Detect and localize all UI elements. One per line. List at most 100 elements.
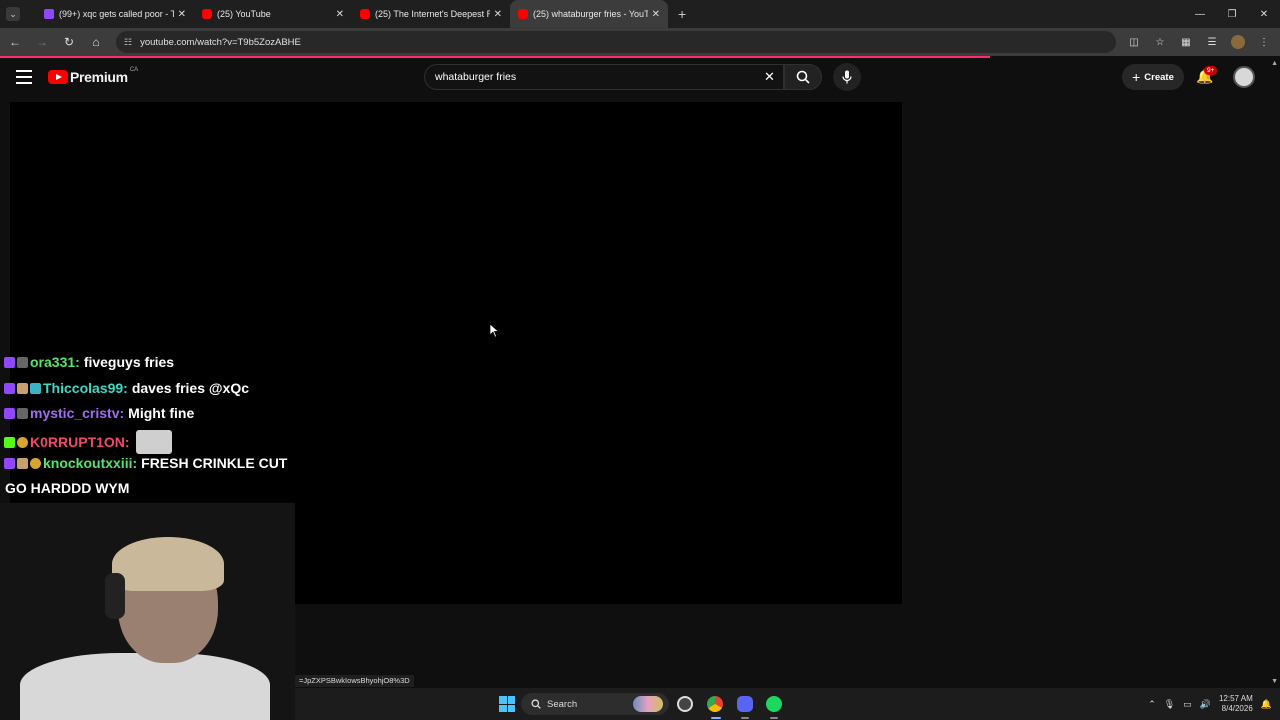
obs-icon[interactable] (677, 696, 693, 712)
cursor-arrow-icon (490, 324, 500, 338)
microphone-icon (842, 70, 852, 84)
close-tab-icon[interactable]: ✕ (178, 9, 186, 20)
app-indicator (770, 717, 778, 719)
clock-time: 12:57 AM (1218, 694, 1253, 703)
reload-icon[interactable]: ↻ (57, 30, 81, 54)
menu-icon[interactable] (16, 70, 32, 84)
windows-start-icon[interactable] (499, 696, 515, 712)
youtube-icon (202, 9, 212, 19)
close-tab-icon[interactable]: ✕ (494, 9, 502, 20)
scroll-down-icon[interactable]: ▼ (1271, 678, 1278, 685)
create-label: Create (1144, 71, 1174, 83)
network-icon[interactable]: ▭ (1183, 699, 1192, 710)
taskbar-search-label: Search (547, 698, 578, 710)
browser-menu-icon[interactable]: ⋮ (1256, 34, 1272, 50)
tab-title: (99+) xqc gets called poor - Tw (59, 9, 174, 19)
search-icon (531, 699, 541, 709)
close-tab-icon[interactable]: ✕ (652, 9, 660, 20)
chat-username: Thiccolas99: (43, 380, 128, 396)
country-code: CA (129, 67, 139, 73)
chat-username: mystic_cristv: (30, 405, 125, 421)
account-avatar[interactable] (1233, 66, 1255, 88)
search-query-text: whataburger fries (435, 71, 517, 83)
chat-message: GO HARDDD WYM (5, 480, 130, 496)
new-tab-button[interactable]: + (678, 6, 686, 22)
volume-icon[interactable]: 🔊 (1200, 699, 1211, 710)
profile-avatar[interactable] (1230, 34, 1246, 50)
system-tray: ⌃ 🎙 ▭ 🔊 12:57 AM 8/4/2026 🔔 (1148, 688, 1280, 720)
browser-tab[interactable]: (99+) xqc gets called poor - Tw ✕ (36, 0, 194, 28)
search-highlight-icon (633, 696, 663, 712)
microphone-icon[interactable]: 🎙 (1164, 699, 1175, 710)
tab-title: (25) The Internet's Deepest Rab (375, 9, 490, 19)
notifications-icon[interactable]: 🔔 (1261, 699, 1272, 710)
tab-title: (25) YouTube (217, 9, 271, 19)
search-icon (796, 70, 810, 84)
status-url-tooltip: =JpZXPSBwkIowsBhyohjO8%3D (295, 675, 414, 687)
browser-tab-strip: ⌄ (99+) xqc gets called poor - Tw ✕ (25)… (0, 0, 1280, 28)
subscriber-badge-icon (4, 356, 15, 368)
address-bar[interactable]: ☷ youtube.com/watch?v=T9b5ZozABHE (116, 31, 1116, 53)
app-indicator (741, 717, 749, 719)
chat-message: Might fine (128, 405, 195, 421)
chat-line: knockoutxxiii: FRESH CRINKLE CUT (4, 455, 287, 471)
subscriber-badge-icon (4, 407, 15, 419)
chat-badge-icon (17, 436, 28, 448)
youtube-logo[interactable]: Premium CA (48, 67, 139, 85)
spotify-icon[interactable] (766, 696, 782, 712)
chat-line: ora331: fiveguys fries (4, 354, 174, 370)
chat-message: daves fries @xQc (131, 380, 249, 396)
subscriber-badge-icon (4, 457, 15, 469)
close-window-icon[interactable]: ✕ (1248, 0, 1280, 28)
youtube-icon (360, 9, 370, 19)
page-scrollbar[interactable] (1268, 58, 1280, 688)
chat-badge-icon (17, 356, 28, 368)
minimize-icon[interactable]: — (1184, 0, 1216, 28)
subscriber-badge-icon (4, 382, 15, 394)
youtube-play-icon (48, 70, 68, 84)
chat-badge-icon (17, 382, 28, 394)
youtube-icon (518, 9, 528, 19)
chat-line: mystic_cristv: Might fine (4, 405, 194, 421)
tab-title: (25) whataburger fries - YouTub (533, 9, 648, 19)
home-icon[interactable]: ⌂ (84, 30, 108, 54)
webcam-person-shirt (20, 653, 270, 720)
cat-emote-icon (135, 430, 172, 454)
logo-wordmark: Premium (70, 69, 128, 85)
restore-icon[interactable]: ❐ (1216, 0, 1248, 28)
chrome-icon[interactable] (707, 696, 723, 712)
browser-tab[interactable]: (25) The Internet's Deepest Rab ✕ (352, 0, 510, 28)
install-app-icon[interactable]: ◫ (1126, 34, 1142, 50)
discord-icon[interactable] (737, 696, 753, 712)
chat-message: fiveguys fries (83, 354, 175, 370)
bookmark-star-icon[interactable]: ☆ (1152, 34, 1168, 50)
extensions-icon[interactable]: ▦ (1178, 34, 1194, 50)
close-tab-icon[interactable]: ✕ (336, 9, 344, 20)
chat-username: ora331: (30, 354, 80, 370)
browser-tab[interactable]: (25) YouTube ✕ (194, 0, 352, 28)
chat-badge-icon (17, 407, 28, 419)
taskbar-clock[interactable]: 12:57 AM 8/4/2026 (1219, 694, 1253, 714)
scroll-up-icon[interactable]: ▲ (1271, 60, 1278, 67)
media-controls-icon[interactable]: ☰ (1204, 34, 1220, 50)
streamer-webcam (0, 503, 295, 720)
twitch-icon (44, 9, 54, 19)
create-button[interactable]: + Create (1122, 64, 1184, 90)
clear-search-icon[interactable]: ✕ (764, 69, 775, 85)
search-input[interactable]: whataburger fries (424, 64, 784, 90)
voice-search-button[interactable] (833, 63, 861, 91)
taskbar-search[interactable]: Search (521, 693, 669, 715)
site-info-icon[interactable]: ☷ (124, 37, 132, 48)
address-bar-url: youtube.com/watch?v=T9b5ZozABHE (140, 36, 301, 48)
search-button[interactable] (784, 64, 822, 90)
chat-line: Thiccolas99: daves fries @xQc (4, 380, 249, 396)
browser-toolbar: ← → ↻ ⌂ ☷ youtube.com/watch?v=T9b5ZozABH… (0, 28, 1280, 56)
forward-icon[interactable]: → (30, 30, 54, 54)
headset-icon (105, 573, 125, 619)
chat-badge-icon (17, 457, 28, 469)
browser-tab-active[interactable]: (25) whataburger fries - YouTub ✕ (510, 0, 668, 28)
webcam-person-hair (112, 537, 224, 591)
tab-search-icon[interactable]: ⌄ (6, 7, 20, 21)
back-icon[interactable]: ← (3, 30, 27, 54)
tray-overflow-icon[interactable]: ⌃ (1148, 699, 1156, 710)
